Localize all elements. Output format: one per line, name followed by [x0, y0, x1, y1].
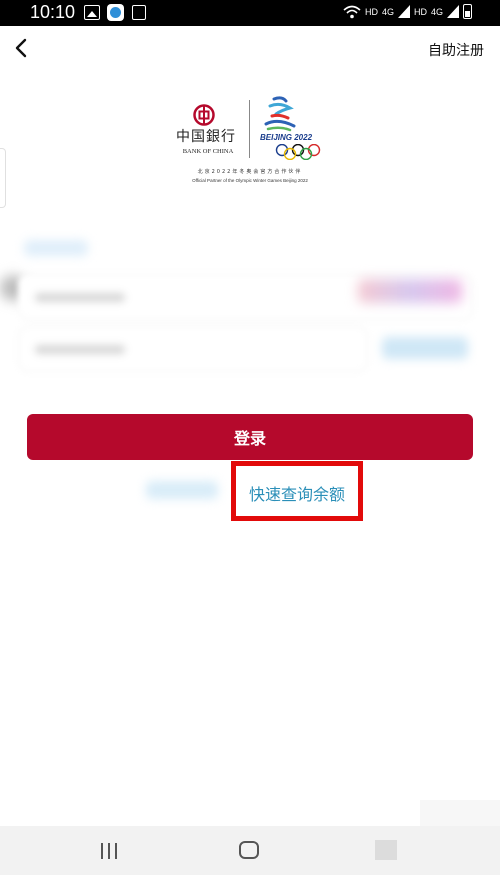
app-icon [107, 4, 124, 21]
gallery-icon [84, 5, 100, 20]
beijing-2022-text: BEIJING 2022 [260, 133, 313, 142]
login-mode-tab[interactable] [24, 240, 88, 256]
status-bar: 10:10 HD 4G HD 4G [0, 0, 500, 26]
signal-icon [447, 5, 459, 18]
chevron-left-icon [15, 38, 27, 58]
recent-apps-icon[interactable] [99, 843, 119, 859]
network-label-3: HD [413, 6, 427, 17]
bank-name-cn: 中国銀行 [176, 129, 236, 145]
status-time: 10:10 [30, 2, 76, 22]
side-tab[interactable] [0, 148, 6, 208]
partner-text-cn: 北京2022年冬奥会官方合作伙伴 [197, 169, 303, 175]
beijing-2022-emblem-icon [264, 96, 296, 132]
boc-emblem-icon [193, 104, 215, 126]
back-button[interactable] [10, 36, 34, 60]
back-icon[interactable] [375, 840, 397, 860]
olympic-rings-icon [275, 144, 321, 160]
logo-divider [249, 100, 250, 158]
network-label-1: HD [364, 6, 378, 17]
home-icon[interactable] [239, 841, 259, 859]
network-label-4: 4G [430, 6, 443, 17]
secondary-link[interactable] [146, 481, 218, 499]
captcha-image[interactable] [358, 279, 462, 303]
system-nav-bar [0, 826, 500, 875]
network-label-2: 4G [381, 6, 394, 17]
brand-logo: 中国銀行 BANK OF CHINA BEIJING 2022 北京2022年冬… [170, 96, 330, 190]
login-button[interactable]: 登录 [27, 414, 473, 460]
bank-name-en: BANK OF CHINA [182, 148, 234, 155]
self-register-link[interactable]: 自助注册 [428, 40, 484, 60]
password-placeholder [35, 345, 125, 354]
get-code-button[interactable] [382, 337, 468, 359]
quick-balance-link[interactable]: 快速查询余额 [236, 481, 358, 505]
signal-icon [397, 5, 410, 18]
edit-icon [132, 5, 146, 20]
account-placeholder [35, 293, 125, 302]
password-field[interactable] [18, 326, 368, 372]
partner-text-en: Official Partner of the Olympic Winter G… [192, 178, 308, 183]
battery-icon [463, 4, 472, 19]
wifi-icon [343, 5, 361, 18]
status-right: HD 4G HD 4G [343, 4, 472, 19]
